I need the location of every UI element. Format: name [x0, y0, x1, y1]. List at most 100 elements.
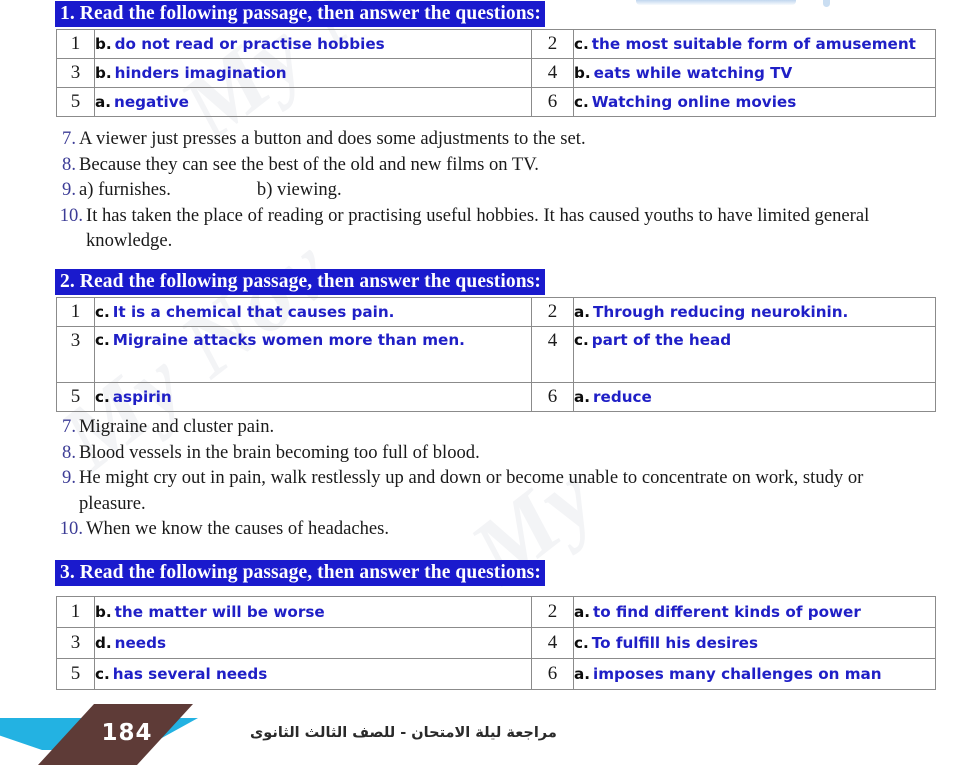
- question-number: 6: [531, 382, 574, 412]
- section-1-heading-wrap: 1. Read the following passage, then answ…: [55, 1, 545, 27]
- list-item: 9. a) furnishes. b) viewing.: [52, 177, 932, 203]
- answer-option: a.: [574, 387, 591, 406]
- answer-cell: c. Migraine attacks women more than men.: [94, 326, 532, 383]
- answer-text: eats while watching TV: [593, 63, 793, 82]
- answer-cell: c. part of the head: [573, 326, 936, 383]
- answer-option: b.: [95, 63, 112, 82]
- footer-arabic-caption: مراجعة ليلة الامتحان - للصف الثالث الثان…: [250, 725, 557, 741]
- answer-text: Migraine and cluster pain.: [79, 416, 275, 437]
- section-2-heading-wrap: 2. Read the following passage, then answ…: [55, 269, 545, 295]
- answer-text: the matter will be worse: [114, 602, 325, 621]
- answer-number: 9.: [62, 467, 76, 488]
- question-number: 6: [531, 87, 574, 117]
- answer-text: to find different kinds of power: [593, 602, 861, 621]
- answer-text: Watching online movies: [591, 92, 797, 111]
- answer-cell: c. has several needs: [94, 658, 532, 690]
- answer-cell: a. to find different kinds of power: [573, 596, 936, 628]
- answer-text: When we know the causes of headaches.: [86, 518, 390, 539]
- list-item: 8. Blood vessels in the brain becoming t…: [52, 440, 932, 466]
- table-row: 1 b. the matter will be worse 2 a. to find…: [56, 596, 936, 628]
- answer-number: 7.: [62, 416, 76, 437]
- answer-text: A viewer just presses a button and does …: [79, 128, 586, 149]
- question-number: 5: [56, 658, 95, 690]
- question-number: 3: [56, 58, 95, 88]
- answer-number: 8.: [62, 441, 76, 463]
- answer-option: b.: [95, 602, 112, 621]
- list-item: 7. Migraine and cluster pain.: [52, 414, 932, 440]
- question-number: 1: [56, 297, 95, 327]
- answer-option: a.: [574, 302, 591, 321]
- answer-text: the most suitable form of amusement: [591, 34, 916, 53]
- answer-cell: c. It is a chemical that causes pain.: [94, 297, 532, 327]
- answer-option: c.: [574, 331, 589, 349]
- page-number: 184: [101, 720, 153, 746]
- answer-option: c.: [574, 34, 589, 53]
- answer-text-a: a) furnishes.: [79, 179, 171, 200]
- answer-text: He might cry out in pain, walk restlessl…: [79, 467, 864, 514]
- section-2-written-answers: 7. Migraine and cluster pain. 8. Blood v…: [52, 414, 932, 542]
- section-2-heading: 2. Read the following passage, then answ…: [55, 269, 545, 295]
- question-number: 4: [531, 58, 574, 88]
- table-row: 5 c. aspirin 6 a. reduce: [56, 382, 936, 412]
- table-row: 1 b. do not read or practise hobbies 2 c.…: [56, 29, 936, 59]
- section-1-written-answers: 7. A viewer just presses a button and do…: [52, 126, 932, 254]
- answer-number: 9.: [62, 179, 76, 200]
- answer-cell: d. needs: [94, 627, 532, 659]
- list-item: 9. He might cry out in pain, walk restle…: [52, 465, 932, 516]
- answer-text: do not read or practise hobbies: [114, 34, 385, 53]
- answer-option: c.: [95, 664, 110, 683]
- answer-key-page: 1. Read the following passage, then answ…: [0, 0, 960, 765]
- question-number: 5: [56, 87, 95, 117]
- table-row: 3 d. needs 4 c. To fulfill his desires: [56, 627, 936, 659]
- answer-cell: b. eats while watching TV: [573, 58, 936, 88]
- answer-cell: c. To fulfill his desires: [573, 627, 936, 659]
- answer-number: 7.: [62, 128, 76, 149]
- answer-text: part of the head: [591, 331, 732, 349]
- answer-cell: a. negative: [94, 87, 532, 117]
- answer-option: c.: [574, 633, 589, 652]
- question-number: 2: [531, 596, 574, 628]
- answer-option: a.: [574, 664, 591, 683]
- question-number: 2: [531, 29, 574, 59]
- answer-text: has several needs: [112, 664, 268, 683]
- question-number: 2: [531, 297, 574, 327]
- question-number: 3: [56, 627, 95, 659]
- answer-option: d.: [95, 633, 112, 652]
- answer-text: Migraine attacks women more than men.: [112, 331, 465, 349]
- question-number: 6: [531, 658, 574, 690]
- answer-text: reduce: [593, 387, 652, 406]
- table-row: 1 c. It is a chemical that causes pain. 2…: [56, 297, 936, 327]
- top-decorative-tick: [823, 0, 830, 7]
- question-number: 3: [56, 326, 95, 383]
- answer-option: c.: [574, 92, 589, 111]
- question-number: 1: [56, 596, 95, 628]
- answer-option: b.: [574, 63, 591, 82]
- answer-option: a.: [95, 92, 112, 111]
- answer-number: 10.: [59, 204, 83, 226]
- table-row: 3 c. Migraine attacks women more than men…: [56, 326, 936, 383]
- answer-text: negative: [114, 92, 189, 111]
- answer-text: hinders imagination: [114, 63, 287, 82]
- question-number: 4: [531, 326, 574, 383]
- section-1-heading: 1. Read the following passage, then answ…: [55, 1, 545, 27]
- list-item: 10. When we know the causes of headaches…: [52, 516, 932, 542]
- answer-number: 10.: [59, 518, 83, 539]
- answer-text: imposes many challenges on man: [593, 664, 882, 683]
- section-3-answer-table: 1 b. the matter will be worse 2 a. to find…: [56, 596, 936, 690]
- answer-option: c.: [95, 387, 110, 406]
- list-item: 10. It has taken the place of reading or…: [52, 203, 932, 254]
- answer-cell: c. aspirin: [94, 382, 532, 412]
- answer-text: Because they can see the best of the old…: [79, 153, 539, 175]
- answer-text: Through reducing neurokinin.: [593, 302, 849, 321]
- answer-text: needs: [114, 633, 166, 652]
- answer-cell: b. hinders imagination: [94, 58, 532, 88]
- answer-cell: c. Watching online movies: [573, 87, 936, 117]
- answer-option: a.: [574, 602, 591, 621]
- section-3-heading: 3. Read the following passage, then answ…: [55, 560, 545, 586]
- answer-option: c.: [95, 302, 110, 321]
- question-number: 1: [56, 29, 95, 59]
- answer-text: It is a chemical that causes pain.: [112, 302, 395, 321]
- list-item: 7. A viewer just presses a button and do…: [52, 126, 932, 152]
- section-2-answer-table: 1 c. It is a chemical that causes pain. 2…: [56, 297, 936, 412]
- table-row: 5 a. negative 6 c. Watching online movies: [56, 87, 936, 117]
